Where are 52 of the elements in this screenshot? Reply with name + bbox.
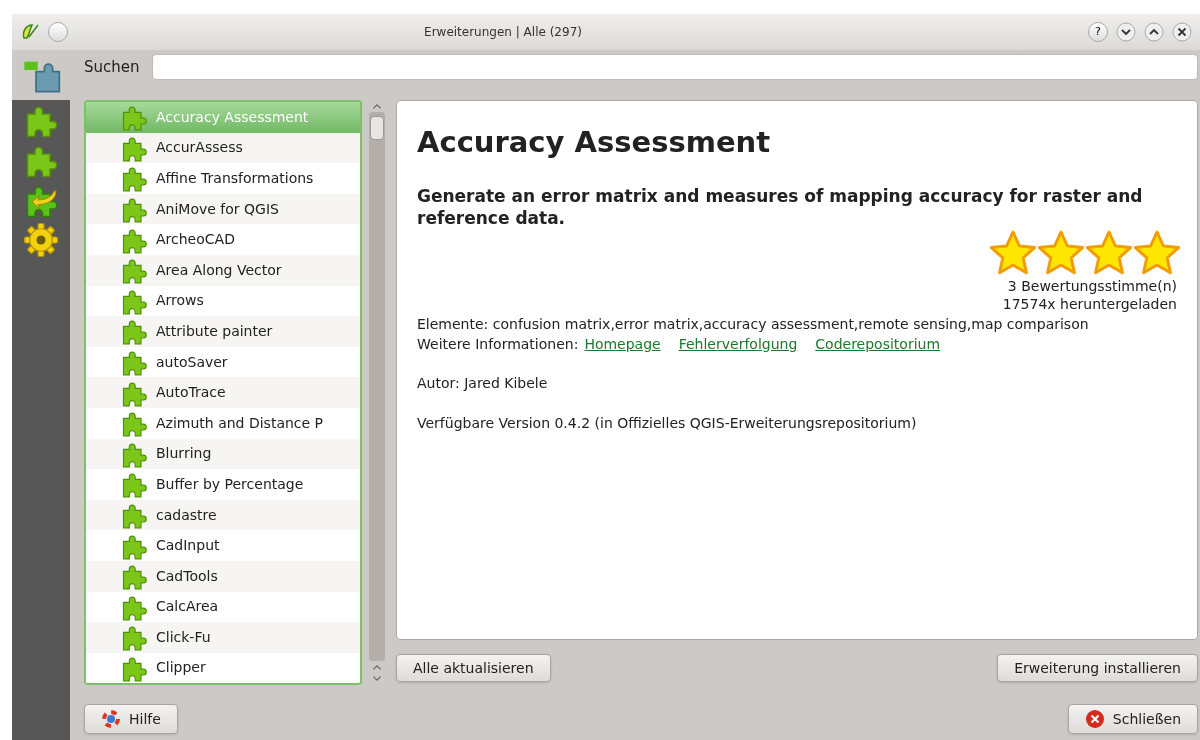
app-logo-icon	[20, 22, 40, 42]
plugin-list-item[interactable]: cadastre	[86, 499, 360, 531]
help-button[interactable]: Hilfe	[84, 704, 178, 734]
star-icon	[1037, 228, 1085, 277]
puzzle-icon	[120, 409, 148, 438]
close-button[interactable]: Schließen	[1067, 704, 1198, 734]
plugin-list-item[interactable]: Attribute painter	[86, 316, 360, 347]
info-link[interactable]: Coderepositorium	[815, 333, 941, 354]
info-link[interactable]: Homepage	[584, 333, 661, 354]
plugin-list-item[interactable]: AniMove for QGIS	[86, 193, 360, 225]
sidebar-item[interactable]	[12, 50, 70, 100]
plugin-list-item[interactable]: AccurAssess	[86, 132, 360, 164]
vote-count: 3 Bewertungsstimme(n)	[1007, 276, 1177, 295]
plugin-title: Accuracy Assessment	[417, 124, 772, 161]
star-icon	[1133, 228, 1181, 277]
search-field[interactable]	[151, 54, 1198, 80]
lifebuoy-icon	[101, 709, 121, 729]
plugin-version: Verfügbare Version 0.4.2 (in Offizielles QGIS-Erweiterungsrepositorium)	[417, 413, 918, 433]
plugin-list-item[interactable]: Blurring	[86, 438, 360, 470]
plugin-list-item[interactable]: Area Along Vector	[86, 254, 360, 286]
star-icon	[1085, 228, 1133, 277]
window-title: Erweiterungen | Alle (297)	[423, 24, 583, 41]
plugin-description: Generate an error matrix and measures of mapping accuracy for raster and reference data.	[417, 184, 1144, 229]
plugin-list-item[interactable]: AutoTrace	[86, 377, 360, 408]
plugin-list-item[interactable]: CadTools	[86, 560, 360, 592]
puzzle-icon	[120, 623, 148, 652]
puzzle-icon	[120, 103, 148, 132]
puzzle-icon	[120, 501, 148, 529]
scrollbar-thumb[interactable]	[370, 116, 384, 140]
puzzle-icon	[120, 317, 148, 346]
info-link[interactable]: Fehlerverfolgung	[678, 333, 798, 354]
plugin-author: Autor: Jared Kibele	[417, 373, 549, 393]
search-label: Suchen	[84, 56, 140, 78]
close-icon[interactable]	[1172, 22, 1192, 42]
puzzle-icon	[120, 348, 148, 377]
more-info-label: Weitere Informationen:	[417, 334, 579, 354]
help-button[interactable]: ?	[1088, 22, 1108, 42]
puzzle-icon	[120, 164, 148, 193]
chevron-down-icon[interactable]	[1116, 22, 1136, 42]
plugin-tags: Elemente: confusion matrix,error matrix,accuracy assessment,remote sensing,map comparison	[417, 314, 1147, 334]
install-button[interactable]: Erweiterung installieren	[997, 654, 1198, 682]
puzzle-icon	[120, 562, 148, 591]
puzzle-icon	[120, 195, 148, 224]
download-count: 17574x heruntergeladen	[1002, 294, 1177, 313]
update-all-button[interactable]: Alle aktualisieren	[396, 654, 551, 682]
puzzle-icon	[120, 654, 148, 682]
close-icon	[1084, 709, 1105, 729]
plugin-list-item[interactable]: Click-Fu	[86, 622, 360, 653]
puzzle-icon	[120, 256, 148, 285]
star-icon	[989, 228, 1037, 277]
chevron-up-icon[interactable]	[1144, 22, 1164, 42]
puzzle-icon	[120, 470, 148, 499]
